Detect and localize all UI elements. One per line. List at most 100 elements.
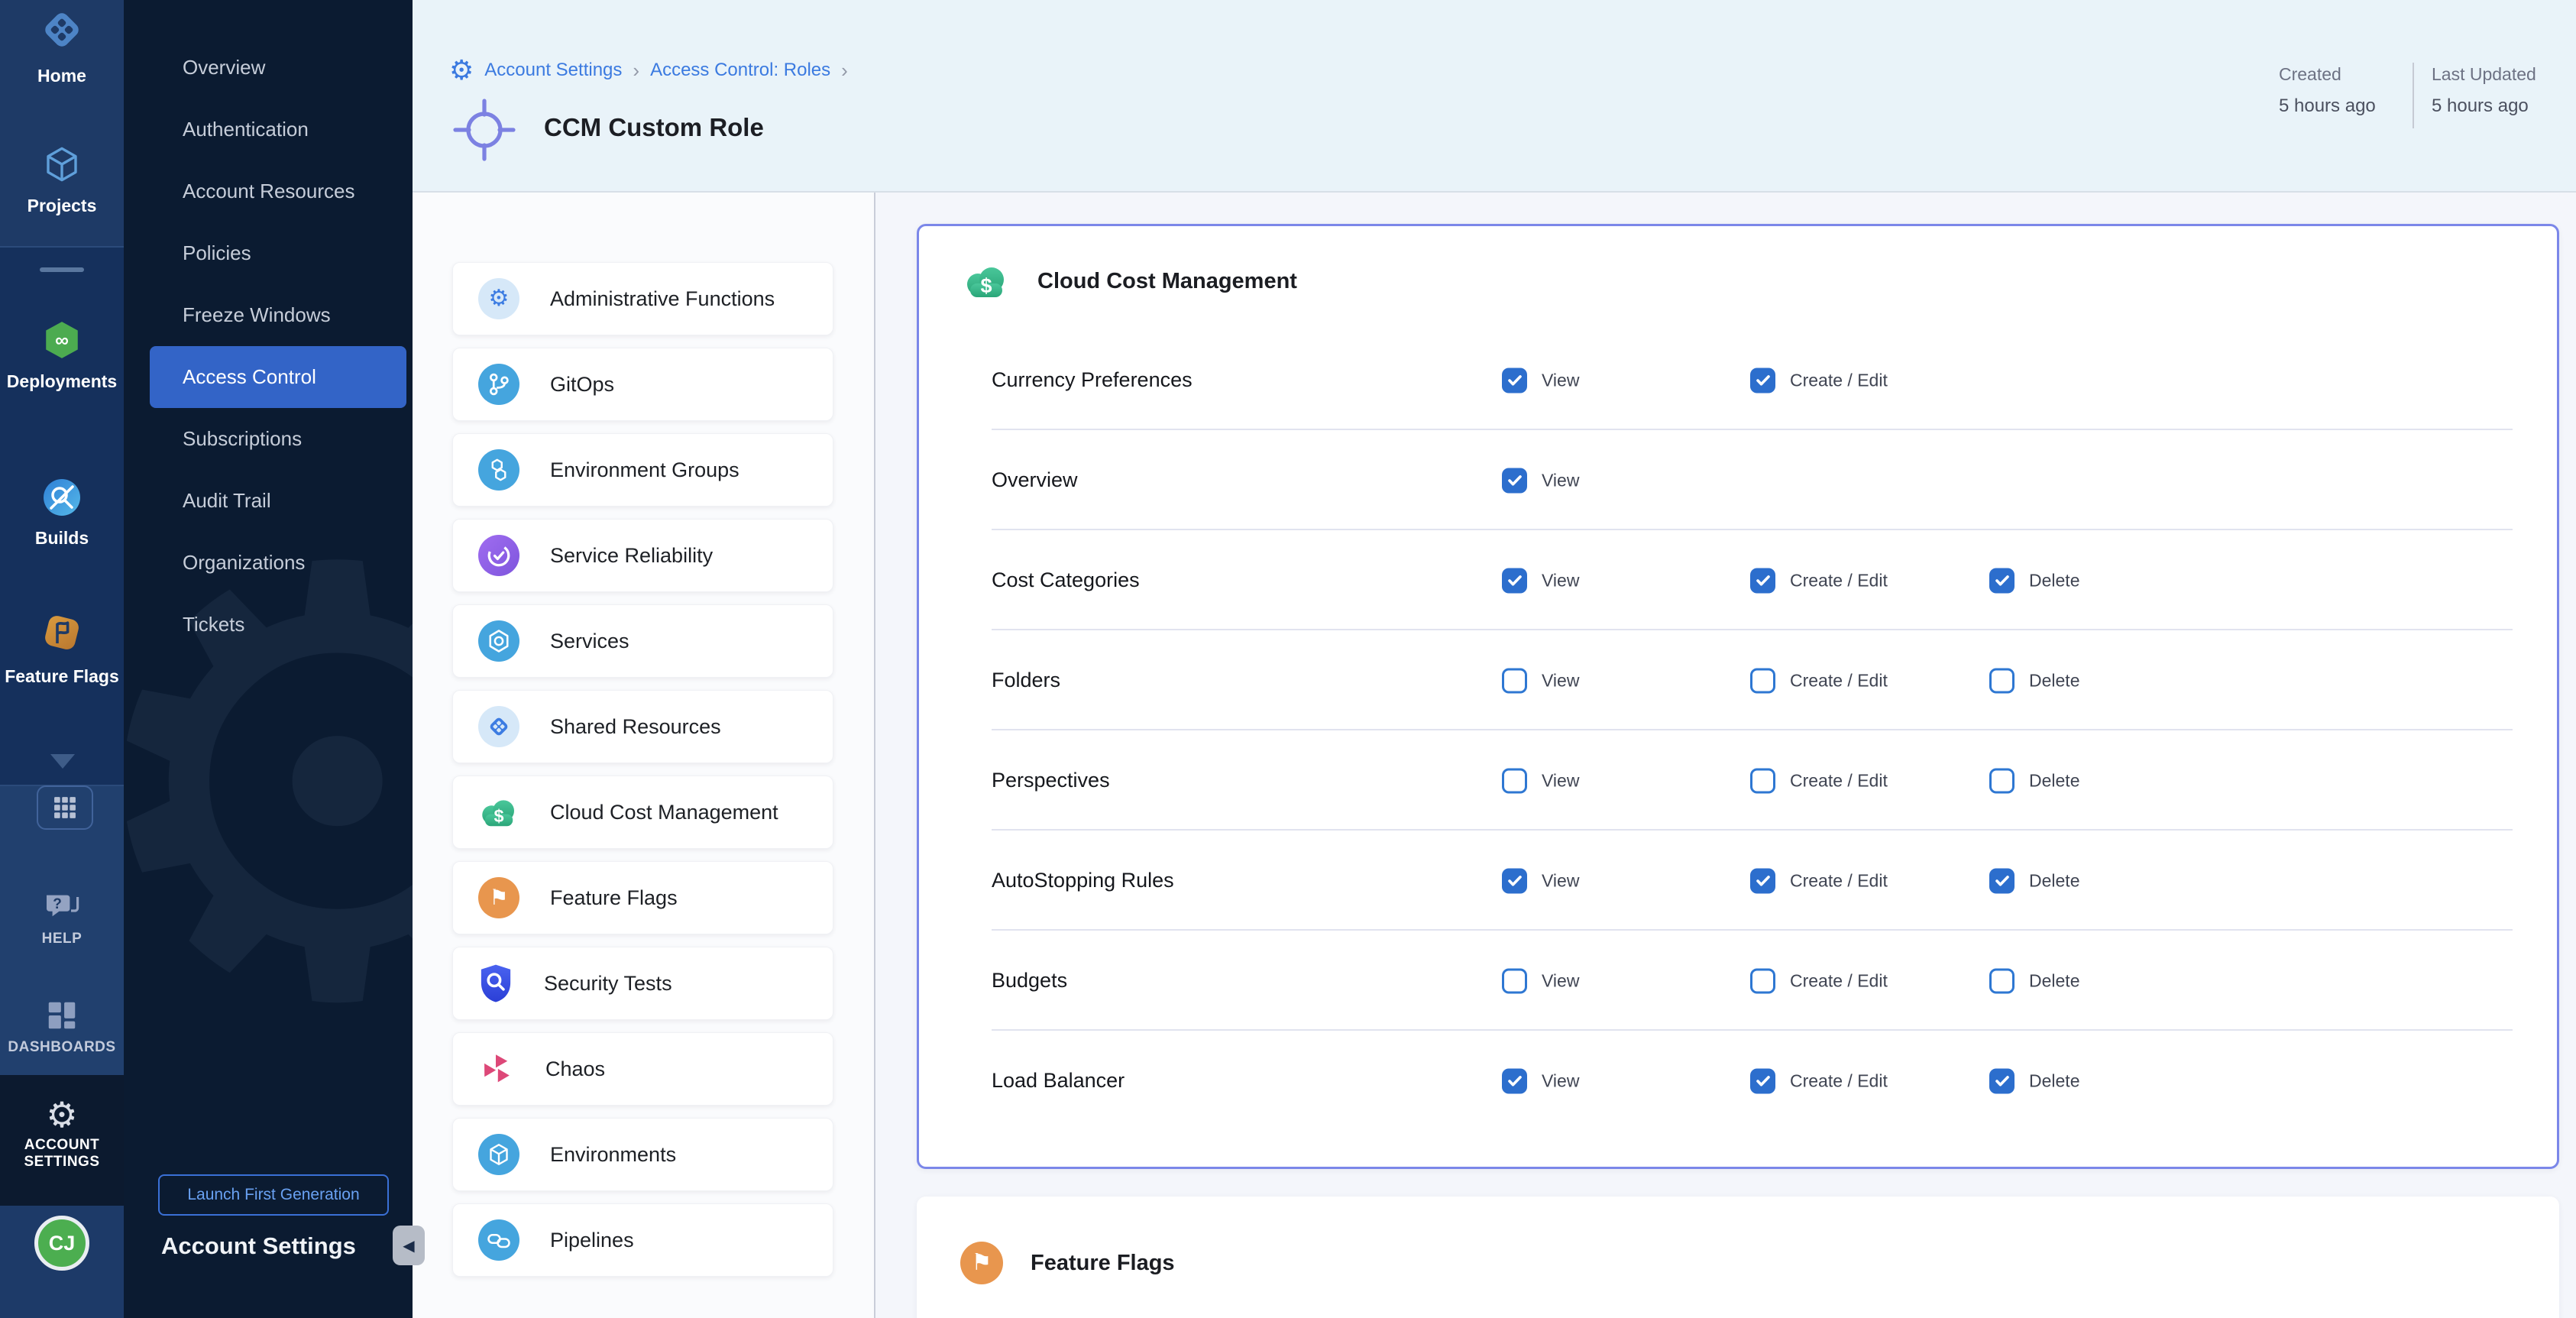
- gear-icon: ⚙: [449, 57, 474, 84]
- checkbox-box[interactable]: [1989, 868, 2015, 893]
- launch-first-generation-button[interactable]: Launch First Generation: [158, 1174, 389, 1216]
- module-card-service-reliability[interactable]: Service Reliability: [452, 519, 833, 592]
- module-card-gitops[interactable]: GitOps: [452, 348, 833, 421]
- settings-nav-item-access-control[interactable]: Access Control: [150, 346, 406, 408]
- checkbox-box[interactable]: [1502, 368, 1527, 393]
- settings-nav-item-label: Overview: [183, 56, 265, 79]
- create-checkbox[interactable]: Create / Edit: [1750, 968, 1888, 993]
- service-reliability-icon: [478, 535, 519, 576]
- settings-nav-item-organizations[interactable]: Organizations: [124, 532, 413, 594]
- module-card-shared-resources[interactable]: Shared Resources: [452, 690, 833, 763]
- create-checkbox[interactable]: Create / Edit: [1750, 1068, 1888, 1093]
- checkbox-box[interactable]: [1750, 1068, 1775, 1093]
- settings-nav-item-authentication[interactable]: Authentication: [124, 99, 413, 160]
- create-checkbox[interactable]: Create / Edit: [1750, 368, 1888, 393]
- module-card-environments[interactable]: Environments: [452, 1118, 833, 1191]
- checkbox-box[interactable]: [1989, 568, 2015, 593]
- delete-checkbox[interactable]: Delete: [1989, 668, 2079, 693]
- settings-nav-item-label: Audit Trail: [183, 489, 271, 512]
- sidebar-item-builds[interactable]: Builds: [0, 478, 124, 549]
- sidebar-item-account-settings[interactable]: ⚙ ACCOUNT SETTINGS: [0, 1097, 124, 1171]
- view-checkbox[interactable]: View: [1502, 1068, 1579, 1093]
- column-divider: [874, 193, 875, 1318]
- checkbox-box[interactable]: [1502, 868, 1527, 893]
- checkbox-box[interactable]: [1989, 768, 2015, 793]
- module-label: Services: [550, 630, 629, 653]
- checkbox-box[interactable]: [1502, 568, 1527, 593]
- sidebar-item-deployments[interactable]: ∞ Deployments: [0, 319, 124, 392]
- checkbox-box[interactable]: [1750, 668, 1775, 693]
- module-card-environment-groups[interactable]: Environment Groups: [452, 433, 833, 507]
- view-checkbox[interactable]: View: [1502, 768, 1579, 793]
- module-card-cloud-cost[interactable]: $ Cloud Cost Management: [452, 776, 833, 849]
- checkbox-label: View: [1542, 570, 1579, 591]
- checkbox-box[interactable]: [1750, 868, 1775, 893]
- module-label: Chaos: [545, 1057, 605, 1081]
- module-card-chaos[interactable]: Chaos: [452, 1032, 833, 1106]
- breadcrumb-account-settings[interactable]: Account Settings: [484, 60, 622, 81]
- delete-checkbox[interactable]: Delete: [1989, 968, 2079, 993]
- checkbox-box[interactable]: [1502, 768, 1527, 793]
- view-checkbox[interactable]: View: [1502, 668, 1579, 693]
- checkbox-box[interactable]: [1502, 1068, 1527, 1093]
- checkbox-box[interactable]: [1502, 968, 1527, 993]
- panel-collapse-button[interactable]: ◀: [393, 1226, 425, 1265]
- permission-section-card-feature-flags: ⚑ Feature Flags: [917, 1197, 2559, 1318]
- delete-checkbox[interactable]: Delete: [1989, 868, 2079, 893]
- sidebar-item-feature-flags-label: Feature Flags: [0, 666, 124, 687]
- checkbox-label: View: [1542, 870, 1579, 891]
- ccm-cloud-lg-icon: $: [963, 264, 1010, 299]
- avatar[interactable]: CJ: [34, 1216, 89, 1271]
- rail-drag-handle[interactable]: [40, 267, 84, 272]
- checkbox-box[interactable]: [1750, 768, 1775, 793]
- settings-nav-item-freeze-windows[interactable]: Freeze Windows: [124, 284, 413, 346]
- view-checkbox[interactable]: View: [1502, 368, 1579, 393]
- breadcrumb-access-control-roles[interactable]: Access Control: Roles: [650, 60, 830, 81]
- view-checkbox[interactable]: View: [1502, 968, 1579, 993]
- view-checkbox[interactable]: View: [1502, 468, 1579, 493]
- create-checkbox[interactable]: Create / Edit: [1750, 568, 1888, 593]
- settings-nav-item-overview[interactable]: Overview: [124, 37, 413, 99]
- create-checkbox[interactable]: Create / Edit: [1750, 768, 1888, 793]
- checkbox-box[interactable]: [1989, 1068, 2015, 1093]
- create-checkbox[interactable]: Create / Edit: [1750, 668, 1888, 693]
- delete-checkbox[interactable]: Delete: [1989, 568, 2079, 593]
- module-picker-button[interactable]: [37, 785, 93, 830]
- sidebar-item-help[interactable]: ? HELP: [0, 889, 124, 947]
- settings-nav-item-tickets[interactable]: Tickets: [124, 594, 413, 656]
- sidebar-item-feature-flags[interactable]: Feature Flags: [0, 611, 124, 687]
- modules-expand-icon[interactable]: [50, 754, 75, 769]
- settings-nav-item-subscriptions[interactable]: Subscriptions: [124, 408, 413, 470]
- checkbox-box[interactable]: [1750, 368, 1775, 393]
- module-card-feature-flags[interactable]: ⚑ Feature Flags: [452, 861, 833, 934]
- sidebar-item-projects[interactable]: Projects: [0, 144, 124, 216]
- module-card-pipelines[interactable]: Pipelines: [452, 1203, 833, 1277]
- sidebar-item-help-label: HELP: [0, 931, 124, 947]
- permission-row-load-balancer: Load BalancerViewCreate / EditDelete: [919, 1031, 2557, 1131]
- module-label: Security Tests: [544, 972, 672, 996]
- sidebar-item-dashboards[interactable]: DASHBOARDS: [0, 998, 124, 1056]
- section-title: Feature Flags: [1031, 1251, 1175, 1276]
- create-checkbox[interactable]: Create / Edit: [1750, 868, 1888, 893]
- checkbox-box[interactable]: [1989, 968, 2015, 993]
- settings-nav-item-policies[interactable]: Policies: [124, 222, 413, 284]
- sidebar-item-home[interactable]: Home: [0, 8, 124, 86]
- module-card-services[interactable]: Services: [452, 604, 833, 678]
- checkbox-label: Create / Edit: [1790, 570, 1888, 591]
- created-label: Created: [2279, 64, 2376, 85]
- view-checkbox[interactable]: View: [1502, 568, 1579, 593]
- checkbox-box[interactable]: [1750, 568, 1775, 593]
- checkbox-box[interactable]: [1502, 668, 1527, 693]
- settings-nav-item-audit-trail[interactable]: Audit Trail: [124, 470, 413, 532]
- module-icon-rail: Home Projects ∞ Deployments Builds Featu…: [0, 0, 124, 1318]
- delete-checkbox[interactable]: Delete: [1989, 1068, 2079, 1093]
- delete-checkbox[interactable]: Delete: [1989, 768, 2079, 793]
- checkbox-box[interactable]: [1502, 468, 1527, 493]
- settings-nav-item-account-resources[interactable]: Account Resources: [124, 160, 413, 222]
- module-card-security-tests[interactable]: Security Tests: [452, 947, 833, 1020]
- module-card-admin-functions[interactable]: ⚙ Administrative Functions: [452, 262, 833, 335]
- last-updated-label: Last Updated: [2432, 64, 2536, 85]
- checkbox-box[interactable]: [1989, 668, 2015, 693]
- checkbox-box[interactable]: [1750, 968, 1775, 993]
- view-checkbox[interactable]: View: [1502, 868, 1579, 893]
